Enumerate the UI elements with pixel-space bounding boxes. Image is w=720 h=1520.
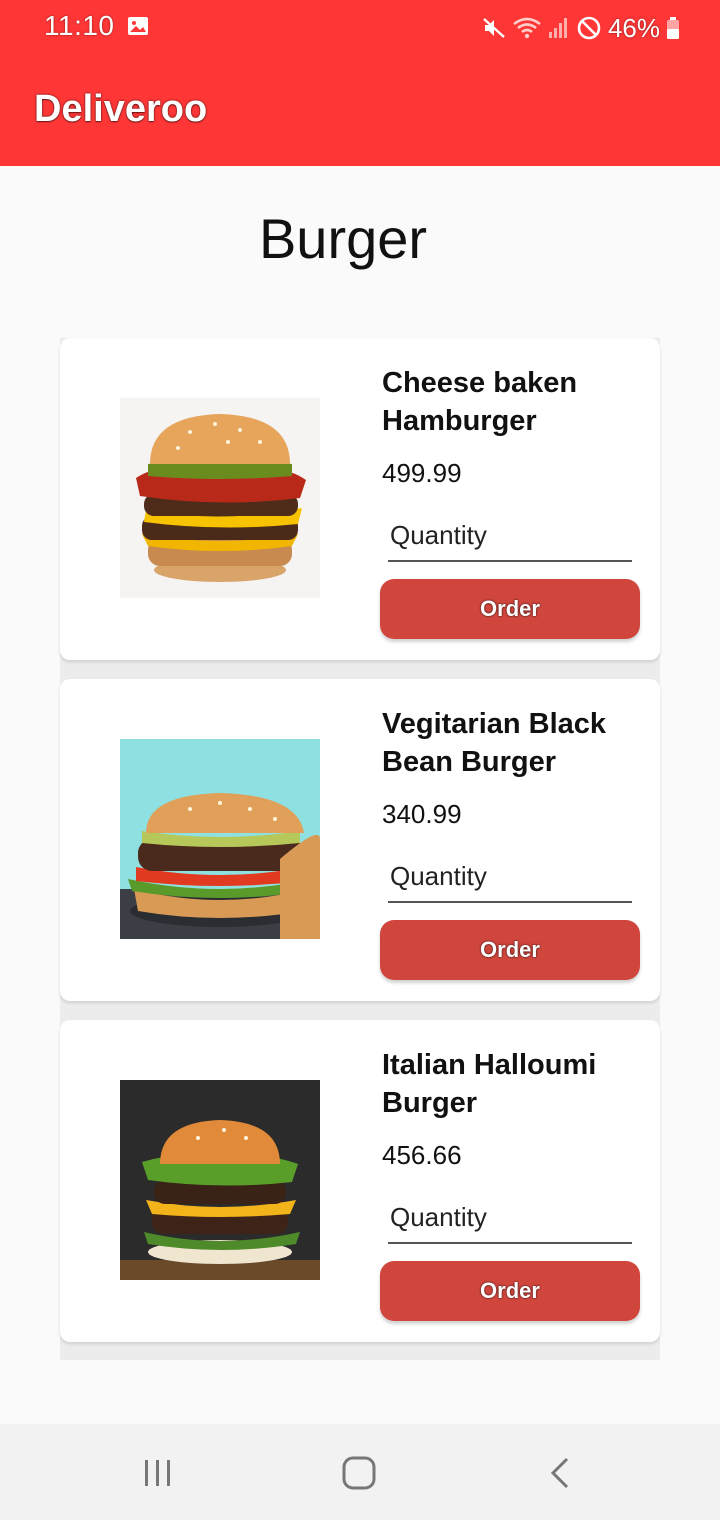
product-name: Vegitarian Black Bean Burger: [382, 708, 607, 778]
order-button[interactable]: Order: [380, 1261, 640, 1321]
home-icon: [342, 1456, 376, 1490]
product-name: Cheese baken Hamburger: [382, 367, 578, 437]
do-not-disturb-icon: [577, 16, 601, 40]
battery-icon: [667, 17, 679, 39]
product-price: 340.99: [382, 799, 462, 829]
recent-apps-icon: [145, 1460, 170, 1486]
product-card: Italian Halloumi Burger 456.66 Order: [60, 1020, 660, 1342]
product-name: Italian Halloumi Burger: [382, 1049, 597, 1119]
mute-icon: [483, 18, 505, 38]
home-button[interactable]: [329, 1450, 389, 1496]
quantity-input[interactable]: [388, 516, 632, 562]
order-button[interactable]: Order: [380, 579, 640, 639]
signal-icon: [548, 18, 567, 38]
product-card: Vegitarian Black Bean Burger 340.99 Orde…: [60, 679, 660, 1001]
order-button[interactable]: Order: [380, 920, 640, 980]
halloumi-burger-image: [120, 1080, 320, 1280]
app-title: Deliveroo: [34, 88, 208, 130]
quantity-input[interactable]: [388, 1198, 632, 1244]
product-card: Cheese baken Hamburger 499.99 Order: [60, 338, 660, 660]
product-price: 456.66: [382, 1140, 462, 1170]
wifi-icon: [513, 17, 541, 39]
recent-apps-button[interactable]: [128, 1450, 188, 1496]
gallery-icon: [128, 17, 148, 35]
black-bean-burger-image: [120, 739, 320, 939]
page-title: Burger: [258, 207, 428, 270]
cheese-burger-image: [120, 398, 320, 598]
navigation-bar: [0, 1424, 720, 1520]
status-time: 11:10: [44, 10, 115, 41]
quantity-input[interactable]: [388, 857, 632, 903]
app-bar: 11:10 46% Deliveroo: [0, 0, 720, 166]
back-icon: [550, 1457, 569, 1489]
product-price: 499.99: [382, 458, 462, 488]
status-icons: 46%: [482, 10, 680, 46]
battery-percentage: 46%: [607, 12, 660, 43]
back-button[interactable]: [530, 1450, 590, 1496]
